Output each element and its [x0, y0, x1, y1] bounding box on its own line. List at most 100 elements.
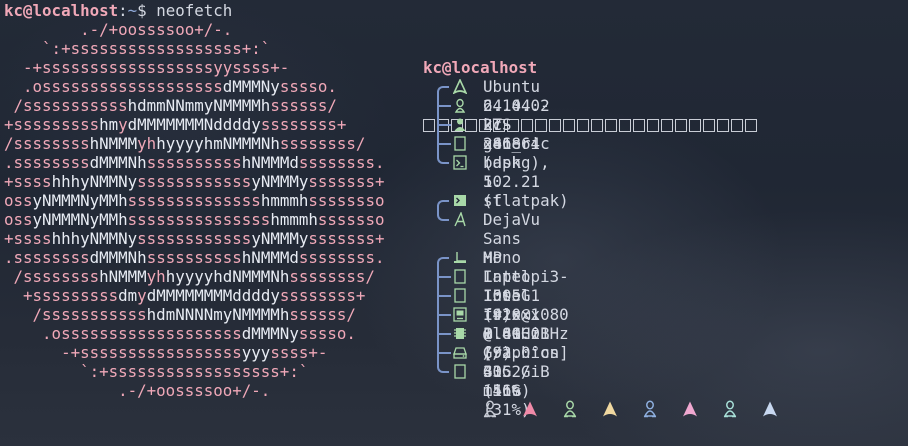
- info-value: st: [483, 191, 503, 210]
- underline-glyph: [633, 119, 645, 132]
- logo-line: .ssssssssdMMMNhsssssssssshNMMMdssssssss.: [4, 153, 384, 172]
- logo-line: +sssshhhyNMMNyssssssssssssyNMMMysssssss+: [4, 172, 384, 191]
- distro-ascii-logo: .-/+oossssoo+/-. `:+ssssssssssssssssss+:…: [4, 20, 384, 400]
- logo-segment: dMMMNy: [222, 77, 280, 96]
- underline-glyph: [577, 119, 589, 132]
- logo-segment: ssssssssssss: [137, 172, 252, 191]
- logo-segment: y: [137, 286, 147, 305]
- laptop-icon: [453, 250, 467, 265]
- logo-segment: ssssssssss: [146, 153, 242, 172]
- logo-segment: sssssss+: [308, 229, 385, 248]
- logo-line: /sssssssshNMMMyhhyyyyhmNMMMNhssssssss/: [4, 134, 384, 153]
- logo-segment: yyy: [241, 343, 271, 362]
- tree-connector: [437, 248, 451, 269]
- logo-segment: yNMMMNyMMh: [32, 210, 128, 229]
- logo-line: ossyNMMMNyMMhssssssssssssssshmmmhsssssso: [4, 210, 384, 229]
- logo-segment: +ssss: [4, 229, 52, 248]
- logo-segment: dMMMNh: [89, 153, 147, 172]
- tree-connector: [437, 77, 451, 98]
- underline-glyph: [689, 119, 701, 132]
- tree-connector: [437, 305, 451, 324]
- logo-line: .-/+oossssoo+/-.: [4, 20, 384, 39]
- logo-segment: +sssssssss: [4, 286, 119, 305]
- shell-prompt: kc@localhost:~$ neofetch: [4, 1, 232, 20]
- logo-line: -+sssssssssssssssssyyyssss+-: [4, 343, 384, 362]
- tree-connector: [437, 324, 451, 343]
- logo-segment: dMMMNh: [89, 248, 147, 267]
- logo-segment: hmmmh: [270, 210, 318, 229]
- prompt-path: ~: [127, 1, 138, 20]
- logo-line: `:+ssssssssssssssssss+:`: [4, 362, 384, 381]
- logo-line: +sssshhhyNMMNyssssssssssssyNMMMysssssss+: [4, 229, 384, 248]
- logo-segment: .ssssssss: [4, 248, 90, 267]
- tux-icon: [722, 400, 738, 418]
- logo-segment: hNMMMd: [241, 248, 299, 267]
- logo-segment: yNMMMy: [251, 172, 309, 191]
- logo-segment: -+sssssssssssssssss: [4, 343, 242, 362]
- logo-segment: sssso.: [298, 324, 356, 343]
- underline-glyph: [703, 119, 715, 132]
- logo-segment: yh: [146, 267, 166, 286]
- logo-line: .osssssssssssssssssssdMMMNysssso.: [4, 324, 384, 343]
- logo-segment: yh: [137, 134, 157, 153]
- logo-segment: hdmmNNmmyNMMMMh: [127, 96, 271, 115]
- prompt-command: neofetch: [156, 1, 233, 20]
- logo-segment: dMMMMMMMMddddy: [146, 286, 280, 305]
- logo-segment: .osssssssssssssssssss: [4, 77, 223, 96]
- logo-segment: ssssss/: [289, 305, 356, 324]
- underline-glyph: [647, 119, 659, 132]
- terminal-window[interactable]: kc@localhost:~$ neofetch .-/+oossssoo+/-…: [0, 0, 908, 446]
- logo-segment: ssssssss.: [298, 153, 385, 172]
- info-value: bash 5.2.21: [483, 153, 541, 191]
- logo-segment: +sssssssss: [4, 115, 100, 134]
- system-info-panel: kc@localhost: [423, 20, 759, 172]
- logo-line: +ssssssssshmydMMMMMMMNddddyssssssss+: [4, 115, 384, 134]
- penguin-icon: [453, 98, 467, 113]
- memory-icon: [453, 326, 467, 341]
- tux-icon: [482, 400, 498, 418]
- underline-glyph: [745, 119, 757, 132]
- logo-segment: ssssssss/: [289, 267, 375, 286]
- logo-segment: dMMMNy: [241, 324, 299, 343]
- prompt-user-host: kc@localhost: [4, 1, 119, 20]
- logo-line: /ssssssssssshdmNNNNmyNMMMMhssssss/: [4, 305, 384, 324]
- logo-segment: ssssssssssssss: [127, 191, 261, 210]
- arch-icon: [682, 400, 698, 418]
- prompt-separator: :: [118, 1, 128, 20]
- logo-line: `:+ssssssssssssssssss+:`: [4, 39, 384, 58]
- logo-segment: +ssss: [4, 172, 52, 191]
- logo-segment: /ssssssss: [4, 134, 90, 153]
- cpu-icon: [453, 269, 467, 284]
- prompt-symbol: $: [137, 1, 147, 20]
- arch-icon: [762, 400, 778, 418]
- logo-segment: /sssssssssss: [4, 305, 147, 324]
- logo-segment: ssssssss.: [298, 248, 385, 267]
- logo-segment: hmmmh: [260, 191, 309, 210]
- logo-segment: ssssssssssss: [137, 229, 252, 248]
- tree-connector: [437, 267, 451, 286]
- underline-glyph: [619, 119, 631, 132]
- logo-segment: ssssssss+: [260, 115, 347, 134]
- logo-segment: yNMMMy: [251, 229, 309, 248]
- logo-segment: hyyyyhmNMMMNh: [156, 134, 280, 153]
- logo-segment: dm: [118, 286, 138, 305]
- logo-segment: hm: [99, 115, 119, 134]
- logo-line: +sssssssssdmydMMMMMMMMddddyssssssss+: [4, 286, 384, 305]
- logo-segment: `:+ssssssssssssssssss+:`: [4, 39, 271, 58]
- tree-connector: [437, 360, 451, 381]
- terminal-app-icon: [453, 193, 467, 208]
- tux-icon: [562, 400, 578, 418]
- info-title: kc@localhost: [423, 58, 538, 77]
- user-icon: [453, 117, 467, 132]
- title-underline: [423, 115, 759, 134]
- package-icon: [453, 136, 467, 151]
- logo-segment: oss: [4, 210, 33, 229]
- logo-segment: hhhyNMMNy: [51, 229, 138, 248]
- gpu-icon: [453, 288, 467, 303]
- tree-connector: [437, 286, 451, 305]
- logo-segment: y: [118, 115, 128, 134]
- underline-glyph: [661, 119, 673, 132]
- underline-glyph: [423, 119, 435, 132]
- logo-segment: hdmNNNNmyNMMMMh: [146, 305, 290, 324]
- underline-glyph: [563, 119, 575, 132]
